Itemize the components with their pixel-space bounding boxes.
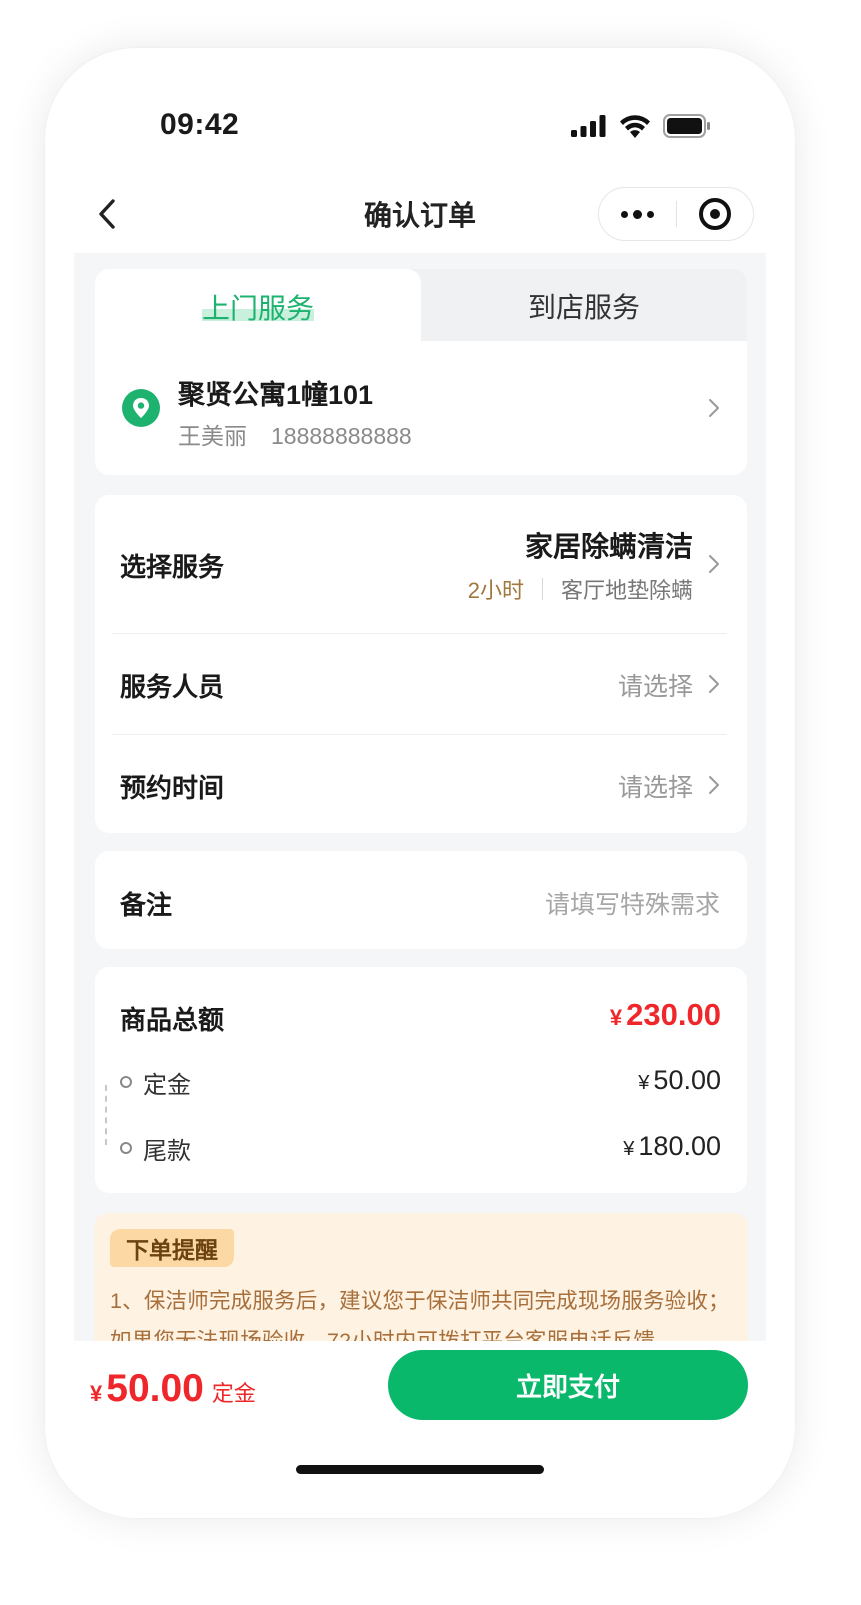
- more-button[interactable]: [599, 188, 676, 240]
- service-item: 客厅地垫除螨: [560, 578, 693, 603]
- chevron-right-icon: [709, 675, 719, 693]
- timeline-dot: [120, 1142, 132, 1154]
- bottom-pay-bar: ¥ 50.00 定金 立即支付: [45, 1341, 795, 1518]
- note-label: 备注: [120, 890, 173, 920]
- currency-symbol: ¥: [609, 1005, 623, 1030]
- order-notice: 下单提醒 1、保洁师完成服务后，建议您于保洁师共同完成现场服务验收；如果您无法现…: [94, 1213, 748, 1341]
- appointment-time-row[interactable]: 预约时间 请选择: [95, 735, 747, 833]
- order-content: 到店服务 上门服务 聚贤公寓1幢101 王美丽 18888888888 选择服务…: [74, 253, 766, 1341]
- notice-tag: 下单提醒: [110, 1229, 234, 1267]
- deposit-amount: ¥50.00: [638, 1065, 721, 1095]
- staff-row[interactable]: 服务人员 请选择: [95, 634, 747, 734]
- appointment-time-value: 请选择: [617, 774, 693, 802]
- select-service-row[interactable]: 选择服务 家居除螨清洁 2小时 客厅地垫除螨: [95, 495, 747, 633]
- note-input[interactable]: 请填写特殊需求: [545, 885, 720, 921]
- pay-now-button[interactable]: 立即支付: [388, 1350, 748, 1420]
- deposit-row: 定金 ¥50.00: [120, 1063, 721, 1103]
- timeline-dot: [120, 1076, 132, 1088]
- pay-amount: ¥ 50.00 定金: [90, 1367, 256, 1411]
- service-type-tabs: 到店服务 上门服务: [95, 269, 747, 357]
- wifi-icon: [620, 115, 650, 138]
- currency-symbol: ¥: [90, 1381, 103, 1406]
- select-service-label: 选择服务: [120, 552, 225, 582]
- note-card: 备注 请填写特殊需求: [95, 851, 747, 949]
- close-icon: [698, 198, 731, 230]
- close-button[interactable]: [677, 188, 753, 240]
- status-icons: [571, 114, 711, 138]
- amount-card: 商品总额 ¥230.00 定金 ¥50.00 尾款 ¥180.00: [95, 967, 747, 1193]
- tab-active-label: 上门服务: [201, 287, 314, 324]
- deposit-value: 50.00: [653, 1065, 721, 1095]
- service-card: 选择服务 家居除螨清洁 2小时 客厅地垫除螨 服务人员 请选择 预约时间 请选择: [95, 495, 747, 833]
- mini-program-capsule: [598, 187, 754, 241]
- service-name: 家居除螨清洁: [524, 531, 693, 562]
- tab-home-service-label: 上门服务: [201, 293, 314, 324]
- home-indicator: [296, 1465, 544, 1474]
- pay-price-label: 定金: [211, 1381, 256, 1406]
- appointment-time-label: 预约时间: [120, 773, 225, 803]
- contact-phone: 18888888888: [271, 423, 412, 449]
- timeline-connector: [105, 1085, 107, 1145]
- notice-text: 1、保洁师完成服务后，建议您于保洁师共同完成现场服务验收；如果您无法现场验收，7…: [110, 1289, 730, 1341]
- chevron-right-icon: [709, 399, 719, 417]
- staff-value: 请选择: [617, 673, 693, 701]
- pay-price-value: 50.00: [106, 1367, 204, 1410]
- total-amount: ¥230.00: [610, 997, 721, 1033]
- more-icon: [621, 210, 628, 218]
- service-duration: 2小时: [467, 578, 524, 603]
- deposit-label: 定金: [143, 1072, 191, 1099]
- chevron-right-icon: [709, 555, 719, 573]
- tab-in-store[interactable]: 到店服务: [421, 269, 747, 343]
- meta-separator: [541, 578, 543, 600]
- chevron-right-icon: [709, 776, 719, 794]
- address-title: 聚贤公寓1幢101: [178, 380, 374, 410]
- location-icon: [122, 389, 160, 427]
- contact-name: 王美丽: [178, 423, 247, 449]
- phone-frame: 09:42 确认订单 到店服务 上门服务 聚贤公寓1幢101 王美丽 18888…: [45, 48, 795, 1518]
- balance-label: 尾款: [143, 1138, 191, 1165]
- balance-amount: ¥180.00: [623, 1131, 721, 1161]
- battery-icon: [663, 114, 710, 138]
- balance-value: 180.00: [638, 1131, 721, 1161]
- staff-label: 服务人员: [120, 672, 225, 702]
- total-label: 商品总额: [120, 1005, 225, 1035]
- address-contact: 王美丽 18888888888: [178, 417, 412, 451]
- address-card[interactable]: 聚贤公寓1幢101 王美丽 18888888888: [95, 341, 747, 475]
- total-value: 230.00: [626, 997, 721, 1032]
- service-meta: 2小时 客厅地垫除螨: [468, 573, 693, 605]
- balance-row: 尾款 ¥180.00: [120, 1129, 721, 1169]
- signal-icon: [571, 115, 606, 137]
- status-time: 09:42: [160, 108, 240, 141]
